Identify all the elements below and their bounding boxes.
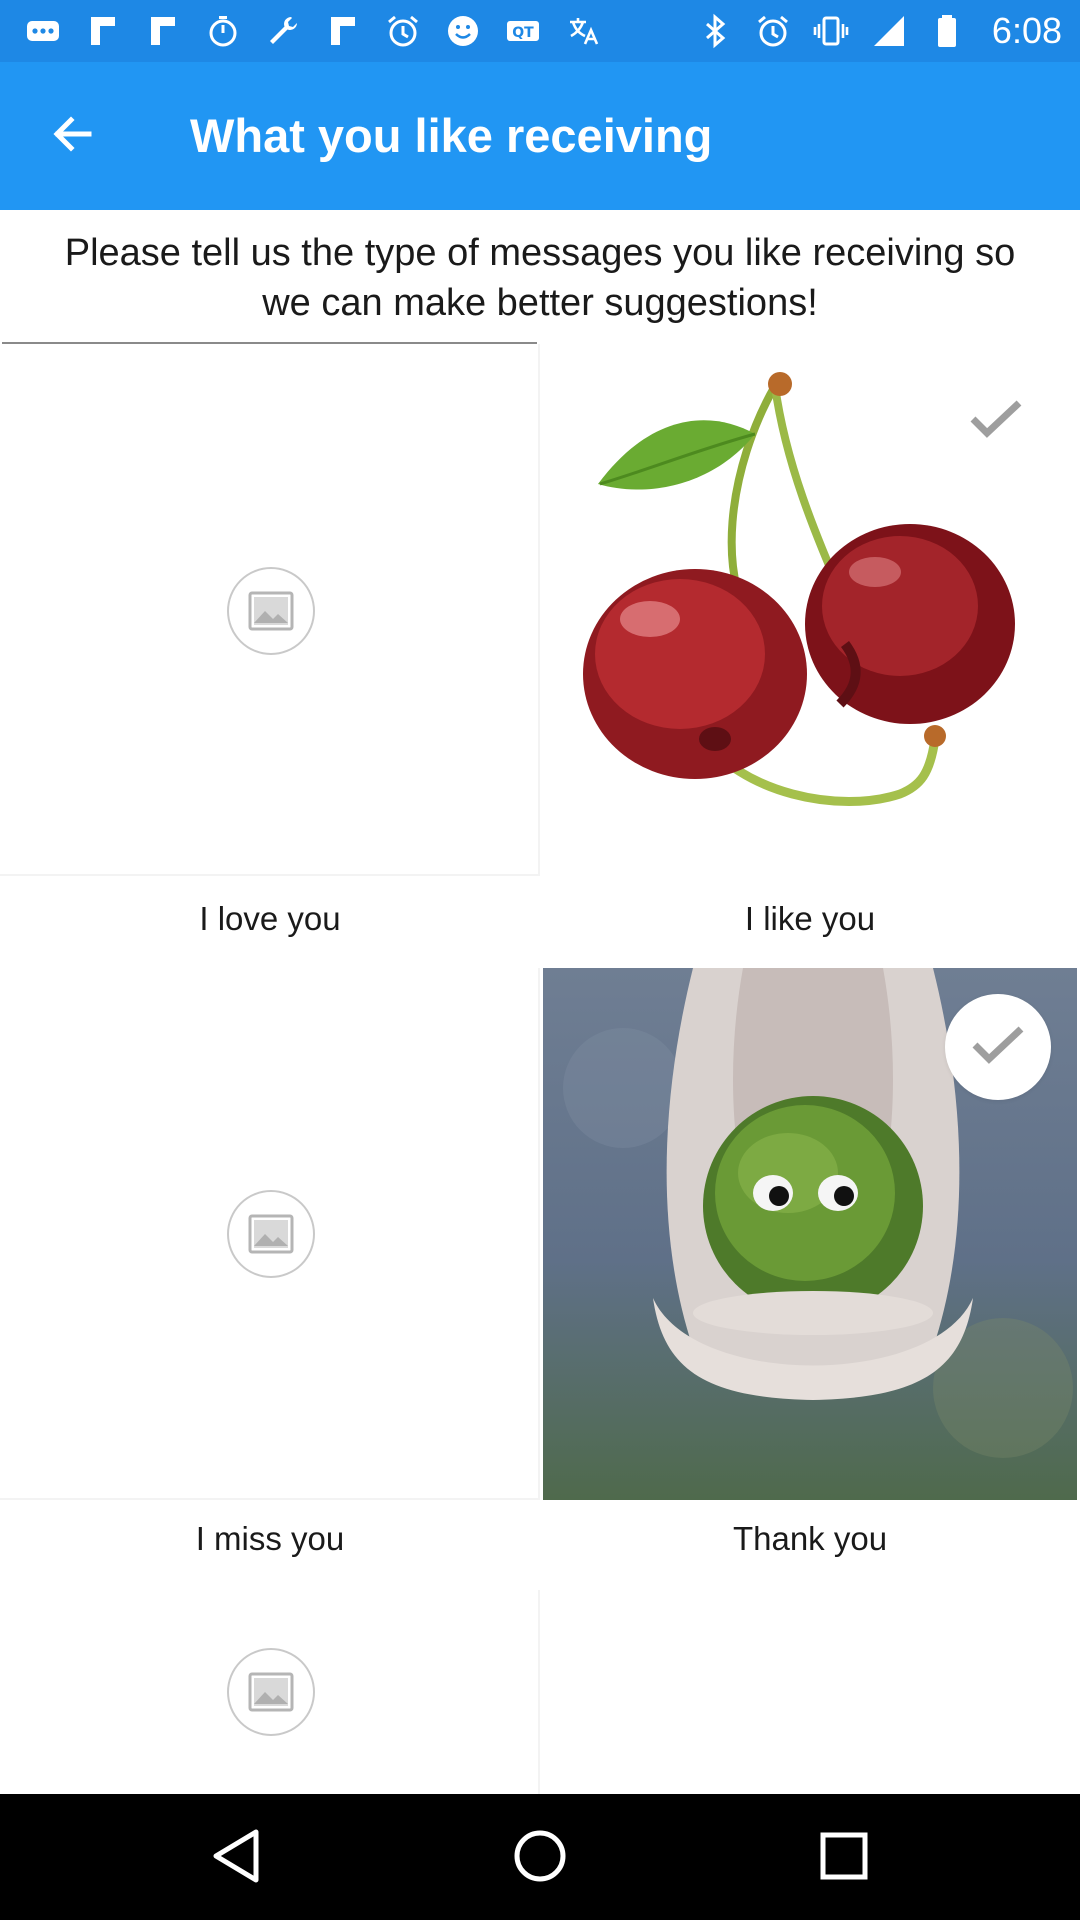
clock: 6:08 xyxy=(991,10,1062,51)
back-button[interactable] xyxy=(34,106,110,166)
more-icon xyxy=(24,12,62,50)
tile-image xyxy=(0,1590,540,1794)
battery-icon xyxy=(928,12,966,50)
message-tile-i-love-you[interactable]: I love you xyxy=(0,344,540,966)
tile-label: Thank you xyxy=(732,1520,888,1557)
flipboard-icon xyxy=(324,12,362,50)
wrench-icon xyxy=(264,12,302,50)
stopwatch-icon xyxy=(204,12,242,50)
qt-icon: QT xyxy=(504,12,542,50)
nav-recents-button[interactable] xyxy=(808,1822,880,1894)
selected-check-badge[interactable] xyxy=(943,368,1049,474)
recents-square-icon xyxy=(819,1831,869,1886)
navigation-bar xyxy=(0,1794,1080,1920)
intro-text: Please tell us the type of messages you … xyxy=(64,232,1016,324)
system-status-icons: 6:08 xyxy=(696,10,1062,52)
bluetooth-icon xyxy=(696,12,734,50)
vibrate-icon xyxy=(812,12,850,50)
translate-icon xyxy=(564,12,602,50)
back-triangle-icon xyxy=(210,1828,262,1889)
page-title: What you like receiving xyxy=(190,109,713,162)
tile-label: I love you xyxy=(199,900,341,937)
image-placeholder-icon xyxy=(227,1190,315,1278)
image-placeholder-icon xyxy=(227,1648,315,1736)
check-icon xyxy=(971,1025,1025,1070)
status-bar: QT 6:08 xyxy=(0,0,1080,62)
notification-icons: QT xyxy=(24,10,602,52)
tile-image xyxy=(0,968,540,1500)
tile-label: I miss you xyxy=(195,1520,345,1557)
tile-image xyxy=(0,344,540,876)
alarm-icon xyxy=(384,12,422,50)
selected-check-badge[interactable] xyxy=(945,994,1051,1100)
message-tile-placeholder[interactable] xyxy=(0,1590,540,1794)
signal-icon xyxy=(870,12,908,50)
message-tile-thank-you[interactable]: Thank you xyxy=(540,968,1080,1590)
smiley-icon xyxy=(444,12,482,50)
flipboard-icon xyxy=(84,12,122,50)
nav-back-button[interactable] xyxy=(200,1822,272,1894)
alarm-icon xyxy=(754,12,792,50)
svg-text:QT: QT xyxy=(512,25,534,41)
nav-home-button[interactable] xyxy=(504,1822,576,1894)
check-icon xyxy=(969,399,1023,444)
image-placeholder-icon xyxy=(227,567,315,655)
home-circle-icon xyxy=(512,1828,568,1889)
app-bar: What you like receiving xyxy=(0,62,1080,210)
flipboard-icon xyxy=(144,12,182,50)
arrow-back-icon xyxy=(49,111,95,162)
message-tile-i-like-you[interactable]: I like you xyxy=(540,344,1080,966)
tile-label: I like you xyxy=(744,900,876,937)
message-tile-i-miss-you[interactable]: I miss you xyxy=(0,968,540,1590)
